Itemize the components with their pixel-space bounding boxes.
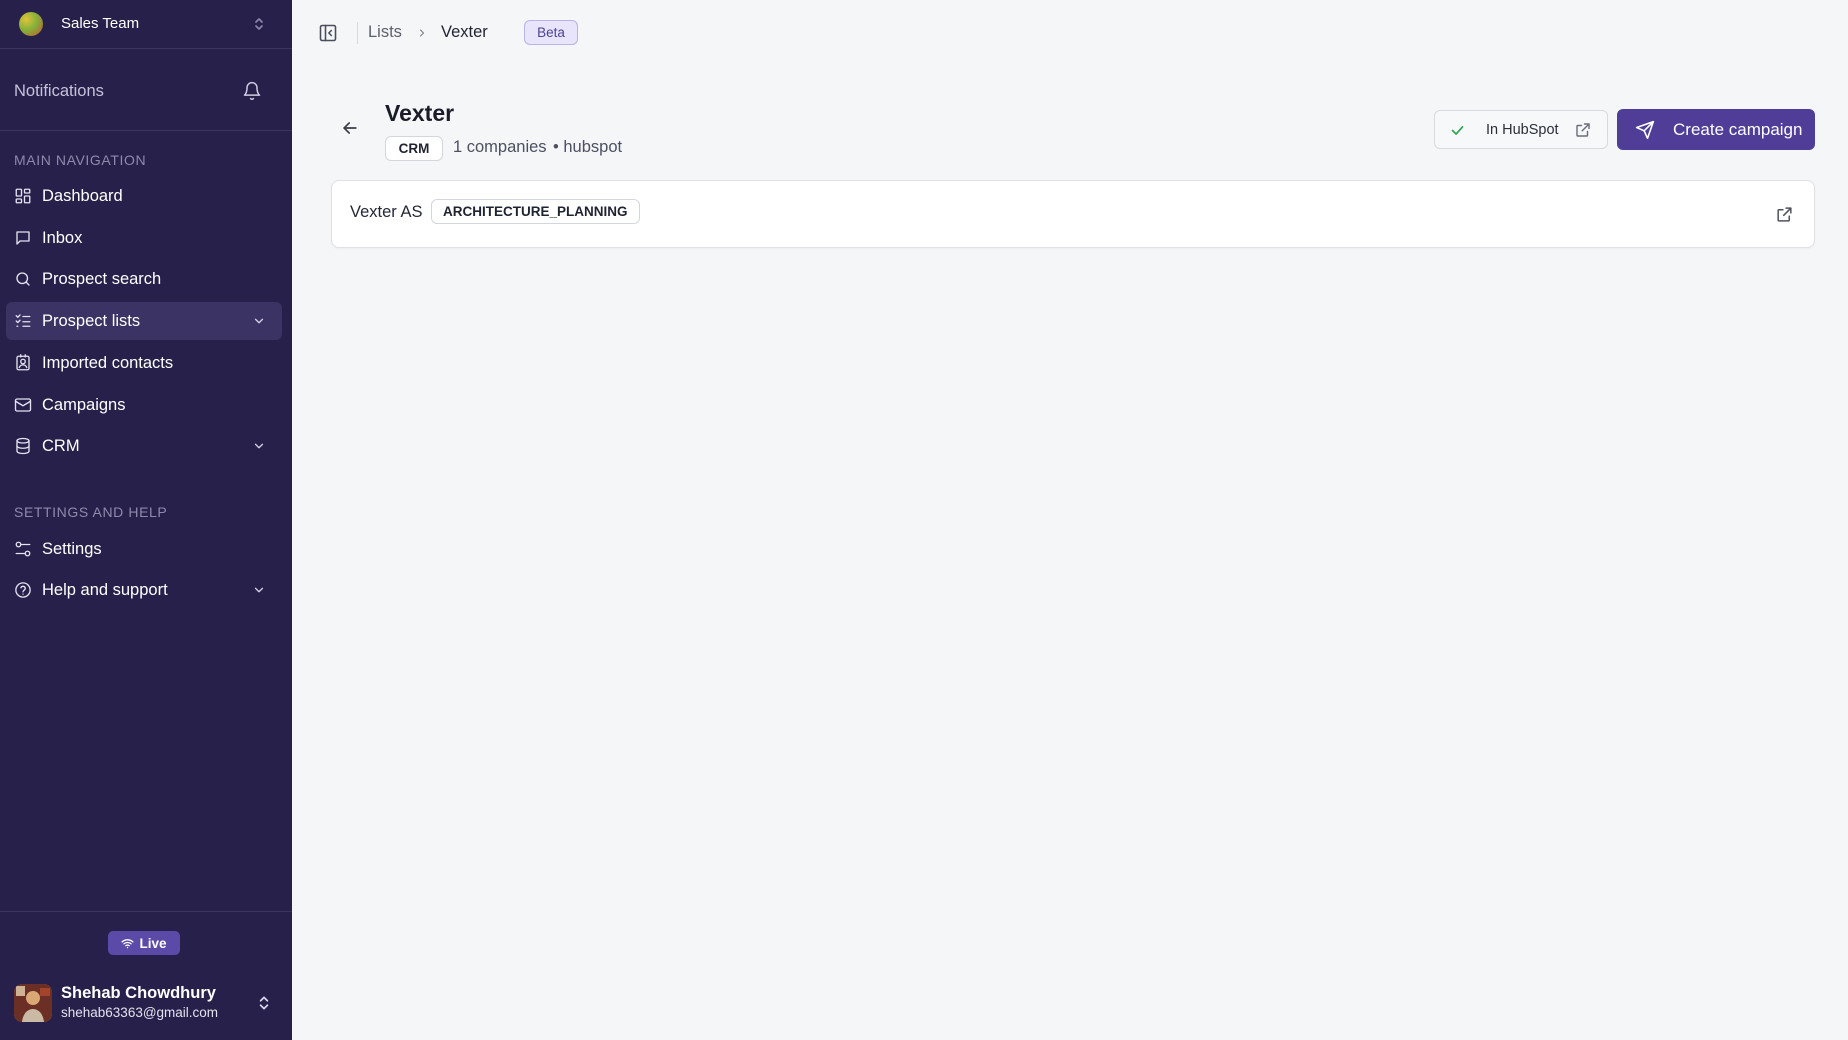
main-navigation-title: MAIN NAVIGATION: [14, 152, 147, 168]
sidebar: Sales Team Notifications MAIN NAVIGATION…: [0, 0, 292, 1040]
beta-badge: Beta: [524, 20, 578, 45]
company-name: Vexter AS: [350, 203, 423, 221]
divider: [0, 911, 292, 912]
sidebar-item-label: Dashboard: [42, 187, 123, 205]
chevron-down-icon[interactable]: [252, 314, 266, 328]
divider: [0, 48, 292, 49]
help-icon: [14, 581, 32, 599]
sidebar-item-imported-contacts[interactable]: Imported contacts: [6, 344, 282, 382]
page-title: Vexter: [385, 100, 455, 126]
team-name: Sales Team: [61, 15, 140, 32]
sidebar-item-label: Prospect search: [42, 270, 162, 288]
list-source: • hubspot: [553, 138, 623, 156]
sidebar-toggle-icon[interactable]: [318, 23, 338, 43]
sidebar-item-settings[interactable]: Settings: [6, 530, 282, 568]
mail-icon: [14, 396, 32, 414]
sidebar-item-prospect-search[interactable]: Prospect search: [6, 260, 282, 298]
settings-and-help-title: SETTINGS AND HELP: [14, 504, 168, 520]
dashboard-icon: [14, 187, 32, 205]
sidebar-item-label: Imported contacts: [42, 354, 174, 372]
in-hubspot-button[interactable]: In HubSpot: [1434, 110, 1608, 149]
inbox-icon: [14, 229, 32, 247]
divider: [0, 130, 292, 131]
chevron-down-icon[interactable]: [252, 583, 266, 597]
sidebar-item-label: Campaigns: [42, 396, 126, 414]
company-count: 1 companies: [453, 138, 547, 156]
live-label: Live: [139, 935, 167, 951]
team-logo: [19, 12, 43, 36]
company-card[interactable]: Vexter AS ARCHITECTURE_PLANNING: [331, 180, 1815, 248]
sidebar-item-label: Prospect lists: [42, 312, 141, 330]
sidebar-item-label: Inbox: [42, 229, 83, 247]
sidebar-item-dashboard[interactable]: Dashboard: [6, 177, 282, 215]
team-switcher[interactable]: Sales Team: [0, 0, 292, 48]
back-arrow-icon[interactable]: [340, 118, 360, 138]
chevron-up-down-icon: [256, 994, 272, 1012]
contact-icon: [14, 354, 32, 372]
user-name: Shehab Chowdhury: [61, 984, 216, 1002]
chevron-down-icon[interactable]: [252, 439, 266, 453]
database-icon: [14, 437, 32, 455]
check-icon: [1449, 122, 1466, 139]
external-link-icon[interactable]: [1775, 205, 1794, 224]
chevron-up-down-icon: [252, 16, 266, 32]
breadcrumb-lists-link[interactable]: Lists: [368, 23, 402, 42]
crm-tag: CRM: [385, 136, 443, 161]
list-check-icon: [14, 312, 32, 330]
breadcrumb-current: Vexter: [441, 23, 488, 41]
live-status-badge: Live: [108, 931, 180, 955]
user-menu[interactable]: Shehab Chowdhury shehab63363@gmail.com: [0, 976, 292, 1036]
create-campaign-button[interactable]: Create campaign: [1617, 109, 1815, 150]
wifi-icon: [121, 937, 135, 950]
notifications-label: Notifications: [14, 82, 104, 100]
industry-tag: ARCHITECTURE_PLANNING: [431, 199, 640, 224]
chevron-right-icon: [416, 26, 428, 40]
search-icon: [14, 270, 32, 288]
divider: [357, 22, 358, 44]
external-link-icon: [1574, 121, 1592, 139]
create-campaign-label: Create campaign: [1673, 120, 1803, 139]
avatar: [14, 984, 52, 1022]
sidebar-item-prospect-lists[interactable]: Prospect lists: [6, 302, 282, 340]
sidebar-item-label: CRM: [42, 437, 80, 455]
sidebar-item-crm[interactable]: CRM: [6, 427, 282, 465]
notifications-button[interactable]: Notifications: [0, 70, 292, 112]
send-icon: [1635, 120, 1655, 140]
sidebar-item-campaigns[interactable]: Campaigns: [6, 386, 282, 424]
settings-sliders-icon: [14, 540, 32, 558]
in-hubspot-label: In HubSpot: [1486, 122, 1559, 138]
sidebar-item-label: Settings: [42, 540, 102, 558]
sidebar-item-label: Help and support: [42, 581, 168, 599]
user-email: shehab63363@gmail.com: [61, 1005, 219, 1020]
bell-icon: [242, 81, 262, 101]
sidebar-item-help-and-support[interactable]: Help and support: [6, 571, 282, 609]
sidebar-item-inbox[interactable]: Inbox: [6, 219, 282, 257]
